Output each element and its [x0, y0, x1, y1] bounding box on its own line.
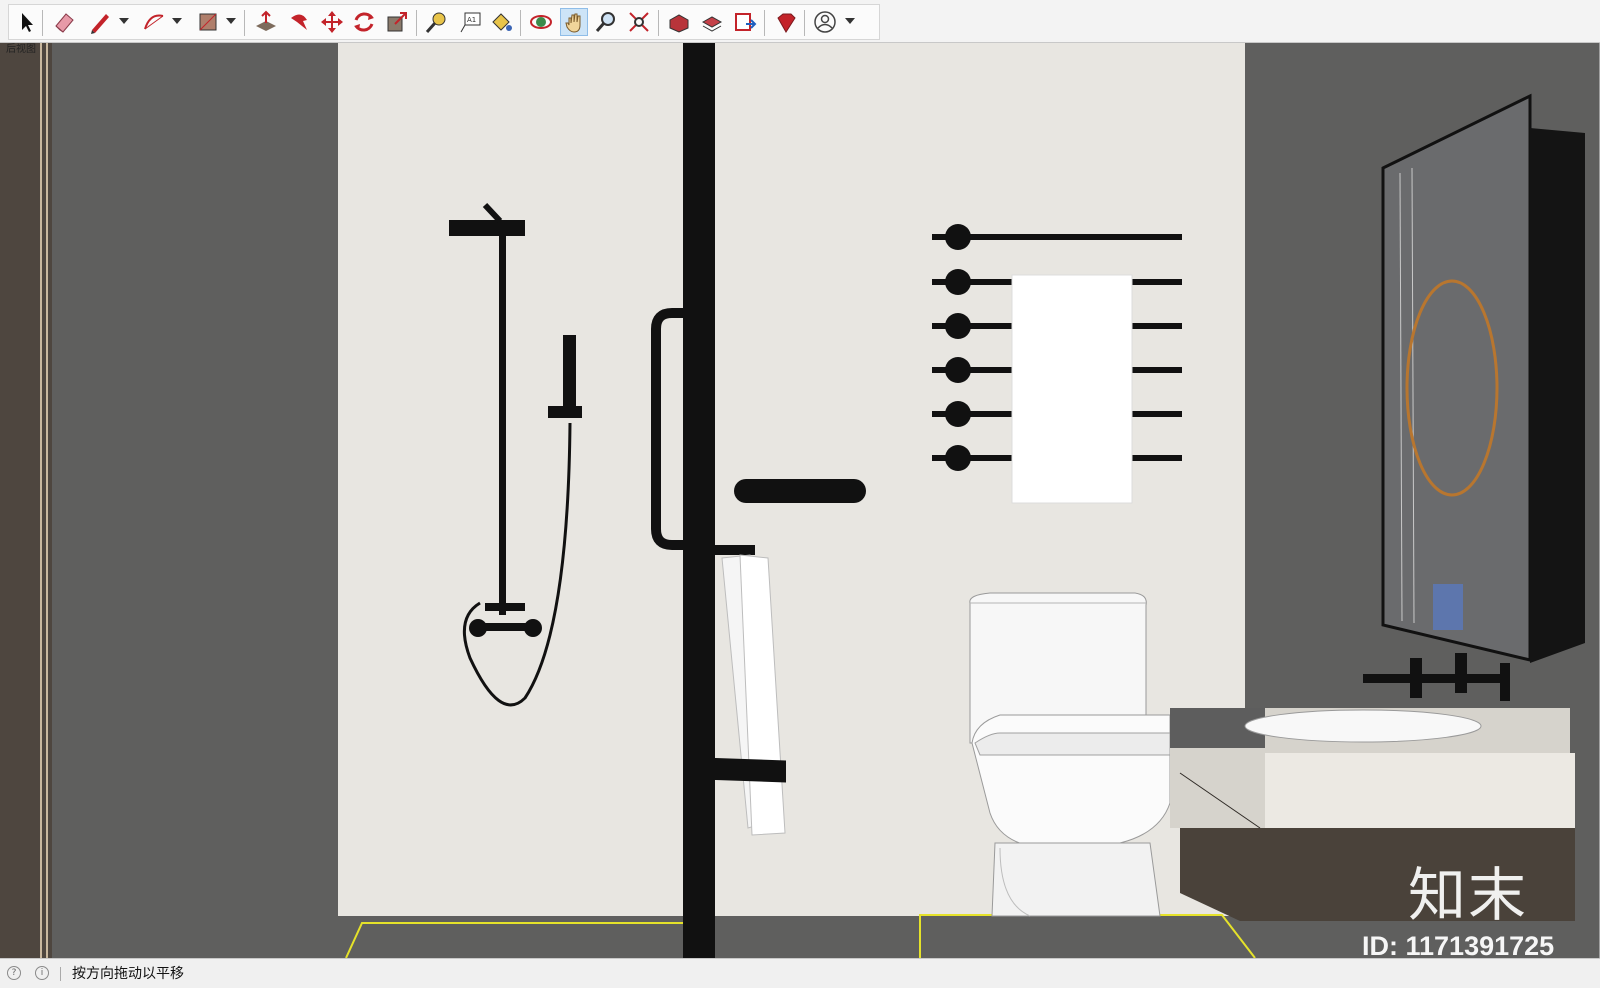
chevron-down-icon[interactable] — [119, 18, 129, 24]
floor-right — [715, 916, 1245, 958]
chevron-down-icon[interactable] — [845, 18, 855, 24]
text-tool-button[interactable]: A1 — [456, 8, 484, 36]
left-wall-edge — [0, 43, 52, 958]
magnifier-icon — [595, 12, 615, 32]
partition-pole — [683, 43, 715, 958]
push-pull-tool-button[interactable] — [252, 8, 280, 36]
status-divider — [60, 967, 61, 981]
tape-measure-tool-button[interactable] — [422, 8, 450, 36]
toolbar-separator — [764, 10, 765, 36]
toolbar-separator — [804, 10, 805, 36]
arrow-cursor-icon — [22, 13, 33, 32]
toolbar: A1 — [0, 0, 1600, 43]
geolocation-icon[interactable]: ? — [7, 966, 21, 980]
ruby-console-button[interactable] — [771, 8, 799, 36]
push-pull-icon — [256, 10, 276, 31]
zoom-extents-icon — [629, 12, 649, 32]
toolbar-separator — [244, 10, 245, 36]
hand-icon — [565, 13, 581, 33]
pencil-icon — [91, 14, 109, 34]
user-icon — [814, 11, 836, 33]
sink-basin — [1244, 709, 1482, 743]
select-tool-button[interactable] — [12, 8, 40, 36]
orbit-tool-button[interactable] — [527, 8, 555, 36]
line-tool-button[interactable] — [86, 8, 114, 36]
follow-me-icon — [291, 14, 307, 30]
rotate-icon — [354, 12, 374, 32]
paint-bucket-tool-button[interactable] — [487, 8, 515, 36]
watermark-logo: 知末 — [1408, 861, 1529, 929]
pan-tool-button[interactable] — [560, 8, 588, 36]
text-icon: A1 — [460, 12, 481, 33]
warehouse-icon — [669, 14, 689, 33]
scale-icon — [387, 12, 407, 32]
shower-wall — [338, 43, 683, 916]
dark-wall-left — [52, 43, 338, 958]
mirror-display — [1433, 584, 1463, 630]
follow-me-tool-button[interactable] — [285, 8, 313, 36]
status-text: 按方向拖动以平移 — [72, 966, 184, 982]
arc-tool-button[interactable] — [140, 8, 168, 36]
mirror — [1381, 93, 1532, 662]
orbit-icon — [530, 15, 552, 29]
tape-measure-icon — [425, 12, 446, 33]
rectangle-tool-button[interactable] — [194, 8, 222, 36]
chevron-down-icon[interactable] — [226, 18, 236, 24]
move-tool-button[interactable] — [318, 8, 346, 36]
toolbar-separator — [520, 10, 521, 36]
shower-riser — [499, 233, 506, 615]
model-viewport[interactable]: 后视图 知末 ID: 1171391725 — [0, 43, 1600, 961]
layout-icon — [735, 13, 757, 31]
toolbar-separator — [416, 10, 417, 36]
eraser-tool-button[interactable] — [50, 8, 78, 36]
soap-shelf — [734, 479, 866, 503]
send-to-layout-button[interactable] — [731, 8, 759, 36]
zoom-tool-button[interactable] — [592, 8, 620, 36]
ruby-icon — [777, 13, 796, 33]
hand-shower — [563, 335, 576, 407]
info-icon[interactable]: i — [35, 966, 49, 980]
arc-icon — [144, 14, 164, 30]
chevron-down-icon[interactable] — [172, 18, 182, 24]
extension-warehouse-icon — [701, 16, 723, 32]
toolbar-separator — [42, 10, 43, 36]
toolbar-separator — [658, 10, 659, 36]
shower-head — [449, 220, 525, 236]
status-bar: ? i 按方向拖动以平移 — [0, 958, 1600, 988]
scale-tool-button[interactable] — [383, 8, 411, 36]
move-icon — [321, 11, 343, 33]
rotate-tool-button[interactable] — [350, 8, 378, 36]
eraser-icon — [55, 13, 74, 33]
account-menu-button[interactable] — [811, 8, 839, 36]
extension-warehouse-button[interactable] — [698, 8, 726, 36]
mirror-cabinet-side — [1530, 128, 1585, 663]
faucet — [1363, 674, 1505, 683]
svg-text:A1: A1 — [467, 16, 476, 24]
3d-warehouse-button[interactable] — [665, 8, 693, 36]
rectangle-icon — [199, 13, 217, 31]
zoom-extents-tool-button[interactable] — [625, 8, 653, 36]
bathroom-scene — [0, 43, 1599, 958]
radiator-towel — [1011, 274, 1133, 504]
view-label: 后视图 — [6, 44, 36, 55]
paint-bucket-icon — [492, 13, 512, 31]
